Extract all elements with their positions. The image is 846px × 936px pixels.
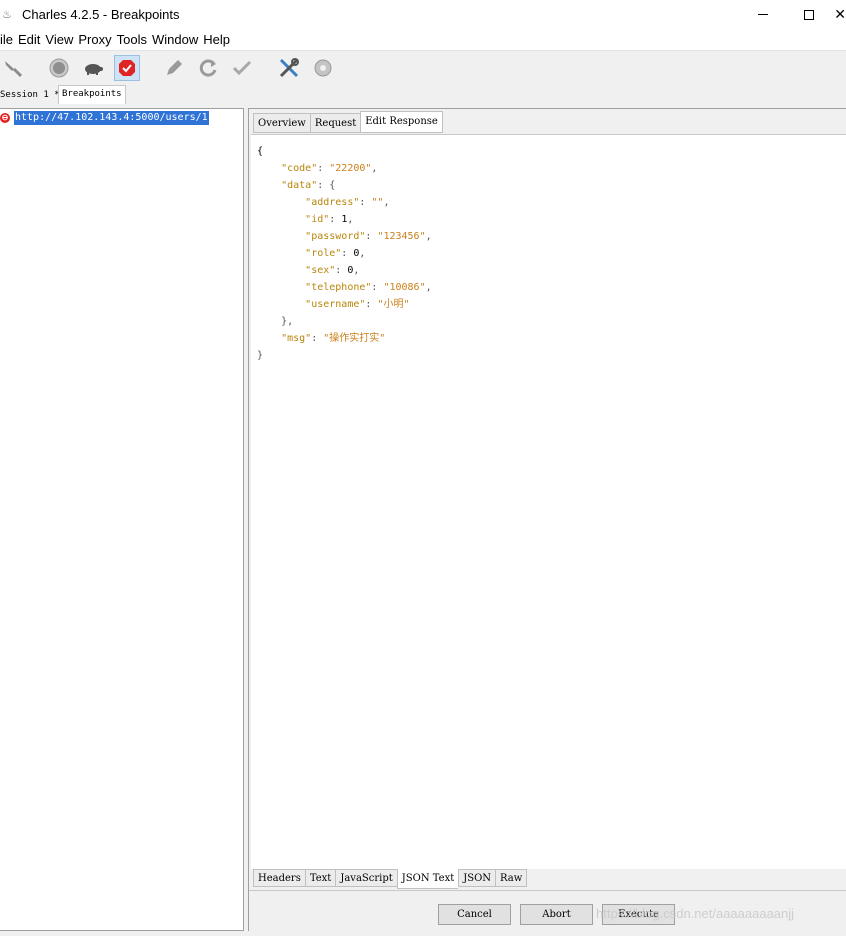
tab-text[interactable]: Text [304,869,336,887]
tab-breakpoints[interactable]: Breakpoints [58,85,126,104]
window-title: Charles 4.2.5 - Breakpoints [22,7,180,22]
menu-edit[interactable]: Edit [14,32,44,47]
watermark: https://blog.csdn.net/aaaaaaaaanjj [596,906,795,921]
tab-session-1[interactable]: Session 1 * [0,87,63,104]
breakpoints-icon [119,60,135,76]
close-button[interactable]: ✕ [832,0,846,29]
abort-button[interactable]: Abort [520,904,593,925]
cancel-button[interactable]: Cancel [438,904,511,925]
settings-button[interactable] [310,55,336,81]
json-key: "code" [281,163,318,174]
tab-json[interactable]: JSON [458,869,496,887]
json-value: "小明" [377,299,410,310]
json-key: "address" [305,197,360,208]
validate-button[interactable] [229,55,255,81]
json-value: "10086" [383,282,426,293]
json-key: "sex" [305,265,336,276]
throttle-button[interactable] [80,55,106,81]
pen-icon [167,60,182,75]
breakpoint-item[interactable]: ⊖ http://47.102.143.4:5000/users/1 [0,111,209,125]
maximize-icon [804,9,814,20]
response-tabs: Overview Request Edit Response [253,111,443,133]
validate-icon [232,60,252,76]
tools-icon [279,58,299,78]
tab-javascript[interactable]: JavaScript [335,869,397,887]
toolbar [0,50,846,85]
json-value: "22200" [329,163,372,174]
json-key: "msg" [281,333,312,344]
view-mode-tabs: Headers Text JavaScript JSON Text JSON R… [253,869,528,889]
menu-bar: ile Edit View Proxy Tools Window Help [0,29,846,50]
record-button[interactable] [46,55,72,81]
menu-help[interactable]: Help [199,32,234,47]
tab-edit-response[interactable]: Edit Response [360,111,443,133]
title-bar: ♨ Charles 4.2.5 - Breakpoints ✕ [0,0,846,29]
breakpoint-editor: Overview Request Edit Response { "code":… [248,108,846,932]
tab-raw[interactable]: Raw [495,869,528,887]
tab-request[interactable]: Request [309,113,361,133]
json-brace: { [257,146,264,157]
json-value: "123456" [377,231,426,242]
repeat-icon [199,59,217,77]
tools-button[interactable] [276,55,302,81]
tab-overview[interactable]: Overview [253,113,310,133]
close-icon: ✕ [834,6,846,22]
json-key: "username" [305,299,366,310]
menu-tools[interactable]: Tools [113,32,151,47]
menu-proxy[interactable]: Proxy [74,32,115,47]
clear-session-button[interactable] [0,55,26,81]
json-key: "role" [305,248,342,259]
menu-view[interactable]: View [41,32,77,47]
tab-json-text[interactable]: JSON Text [396,869,459,889]
record-icon [49,58,69,78]
json-key: "data" [281,180,318,191]
settings-gear-icon [314,59,332,77]
window-controls: ✕ [740,0,846,29]
charles-pot-icon: ♨ [2,8,12,21]
json-text: { "code": "22200", "data": { "address": … [257,146,432,361]
minimize-button[interactable] [740,0,786,29]
compose-button[interactable] [161,55,187,81]
turtle-icon [85,64,103,75]
menu-window[interactable]: Window [148,32,202,47]
json-key: "telephone" [305,282,372,293]
json-key: "password" [305,231,366,242]
minimize-icon [758,14,768,15]
tab-headers[interactable]: Headers [253,869,305,887]
repeat-button[interactable] [195,55,221,81]
breakpoints-toggle-button[interactable] [114,55,140,81]
breakpoint-stop-icon: ⊖ [0,113,10,123]
breakpoint-url[interactable]: http://47.102.143.4:5000/users/1 [14,111,209,125]
json-key: "id" [305,214,330,225]
breakpoint-list: ⊖ http://47.102.143.4:5000/users/1 [0,108,244,931]
maximize-button[interactable] [786,0,832,29]
json-editor[interactable]: { "code": "22200", "data": { "address": … [251,134,846,869]
json-value: "操作实打实" [323,333,386,344]
json-value: "" [371,197,384,208]
broom-icon [5,61,23,78]
session-tabs: Session 1 * Breakpoints [0,85,846,104]
